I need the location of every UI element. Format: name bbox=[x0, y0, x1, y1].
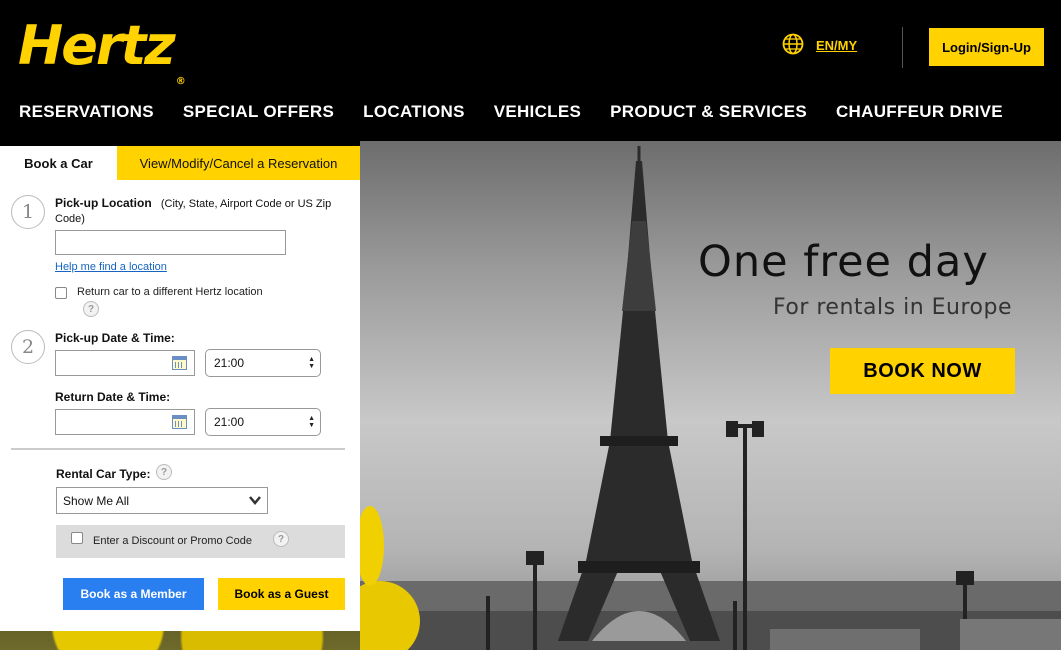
return-datetime-label: Return Date & Time: bbox=[55, 390, 171, 404]
hero-headline: One free day bbox=[698, 237, 989, 287]
book-as-member-button[interactable]: Book as a Member bbox=[63, 578, 204, 610]
book-now-button[interactable]: BOOK NOW bbox=[830, 348, 1015, 394]
car-type-label: Rental Car Type: bbox=[56, 467, 151, 481]
tab-modify-reservation[interactable]: View/Modify/Cancel a Reservation bbox=[117, 146, 360, 180]
pickup-datetime-label: Pick-up Date & Time: bbox=[55, 331, 175, 345]
help-find-location-link[interactable]: Help me find a location bbox=[55, 261, 167, 273]
booking-panel: Book a Car View/Modify/Cancel a Reservat… bbox=[0, 146, 360, 631]
nav-locations[interactable]: LOCATIONS bbox=[363, 102, 465, 122]
promo-code-checkbox[interactable] bbox=[71, 532, 83, 544]
login-signup-button[interactable]: Login/Sign-Up bbox=[929, 28, 1044, 66]
promo-code-label: Enter a Discount or Promo Code bbox=[93, 535, 252, 547]
promo-help-icon[interactable]: ? bbox=[273, 531, 289, 547]
car-type-select[interactable]: Show Me All bbox=[56, 487, 268, 514]
globe-icon[interactable] bbox=[782, 33, 804, 55]
site-header: Hertz® EN/MY Login/Sign-Up RESERVATIONS … bbox=[0, 0, 1061, 141]
nav-reservations[interactable]: RESERVATIONS bbox=[19, 102, 154, 122]
pickup-location-input[interactable] bbox=[55, 230, 286, 255]
main-nav: RESERVATIONS SPECIAL OFFERS LOCATIONS VE… bbox=[19, 102, 1003, 122]
return-different-help-icon[interactable]: ? bbox=[83, 301, 99, 317]
nav-chauffeur-drive[interactable]: CHAUFFEUR DRIVE bbox=[836, 102, 1003, 122]
promo-code-toggle[interactable]: Enter a Discount or Promo Code ? bbox=[56, 525, 345, 558]
tab-book-a-car[interactable]: Book a Car bbox=[0, 146, 117, 180]
car-type-help-icon[interactable]: ? bbox=[156, 464, 172, 480]
book-as-guest-button[interactable]: Book as a Guest bbox=[218, 578, 345, 610]
step-2-indicator: 2 bbox=[11, 330, 45, 364]
language-selector[interactable]: EN/MY bbox=[816, 38, 857, 53]
calendar-icon[interactable] bbox=[172, 415, 187, 429]
return-different-checkbox[interactable] bbox=[55, 287, 67, 299]
return-time-value: 21:00 bbox=[214, 415, 245, 429]
header-divider bbox=[902, 27, 903, 68]
select-arrows-icon: ▲ ▼ bbox=[308, 415, 315, 429]
nav-vehicles[interactable]: VEHICLES bbox=[494, 102, 581, 122]
step-1-indicator: 1 bbox=[11, 195, 45, 229]
return-time-select[interactable]: 21:00 ▲ ▼ bbox=[205, 408, 321, 436]
pickup-location-heading: Pick-up Location (City, State, Airport C… bbox=[55, 196, 335, 227]
car-type-value: Show Me All bbox=[63, 493, 130, 508]
hero-subhead: For rentals in Europe bbox=[773, 295, 1012, 320]
eiffel-tower-photo bbox=[360, 146, 1061, 650]
pickup-location-label: Pick-up Location bbox=[55, 196, 152, 210]
hero-banner[interactable]: One free day For rentals in Europe BOOK … bbox=[360, 141, 1061, 650]
nav-special-offers[interactable]: SPECIAL OFFERS bbox=[183, 102, 334, 122]
pickup-time-value: 21:00 bbox=[214, 356, 245, 370]
hertz-logo[interactable]: Hertz® bbox=[18, 14, 186, 88]
nav-product-services[interactable]: PRODUCT & SERVICES bbox=[610, 102, 807, 122]
chevron-down-icon bbox=[249, 496, 261, 505]
return-different-label: Return car to a different Hertz location bbox=[77, 286, 263, 298]
logo-text: Hertz bbox=[18, 14, 176, 77]
return-date-input[interactable] bbox=[55, 409, 195, 435]
calendar-icon[interactable] bbox=[172, 356, 187, 370]
registered-mark: ® bbox=[175, 76, 186, 87]
pickup-date-input[interactable] bbox=[55, 350, 195, 376]
pickup-time-select[interactable]: 21:00 ▲ ▼ bbox=[205, 349, 321, 377]
select-arrows-icon: ▲ ▼ bbox=[308, 356, 315, 370]
section-divider bbox=[11, 448, 345, 450]
